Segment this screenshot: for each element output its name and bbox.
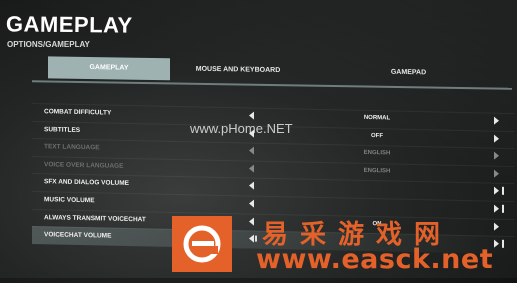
setting-label: ALWAYS TRANSMIT VOICECHAT [44,213,146,223]
arrow-right-icon[interactable] [494,204,499,213]
breadcrumb: OPTIONS/GAMEPLAY [7,40,90,49]
slider-end-icon [502,187,504,196]
arrow-right-icon[interactable] [494,187,499,196]
tab-mouse-and-keyboard[interactable]: MOUSE AND KEYBOARD [172,58,304,82]
arrow-right-icon [494,169,499,178]
arrow-left-icon[interactable] [249,181,254,190]
setting-label: SFX AND DIALOG VOLUME [44,178,129,188]
slider-end-icon [502,239,504,248]
page-title: GAMEPLAY [5,11,133,38]
arrow-left-icon [249,146,254,155]
setting-value: NORMAL [363,114,391,122]
watermark-site-url: www.easck.net [256,244,494,275]
tab-gamepad[interactable]: GAMEPAD [306,60,511,85]
watermark-overlay-url: www.pHome.NET [190,121,293,136]
setting-label: TEXT LANGUAGE [44,143,100,152]
setting-value: OFF [371,132,383,139]
arrow-left-icon[interactable] [249,234,254,243]
arrow-right-icon[interactable] [494,239,499,248]
arrow-right-icon[interactable] [494,222,499,231]
tab-gameplay[interactable]: GAMEPLAY [48,56,170,81]
arrow-right-icon [494,151,499,160]
arrow-left-icon[interactable] [249,217,254,226]
watermark-logo-icon [172,216,232,272]
arrow-left-icon[interactable] [249,111,254,120]
arrow-left-icon [249,164,254,173]
arrow-right-icon[interactable] [494,134,499,143]
setting-label: COMBAT DIFFICULTY [44,108,112,117]
logo-e-icon [183,225,221,263]
setting-label: VOICE OVER LANGUAGE [44,160,124,170]
setting-value: ENGLISH [363,167,391,175]
setting-label: MUSIC VOLUME [44,196,95,205]
slider-handle[interactable] [255,235,257,242]
slider-end-icon [502,204,504,213]
arrow-left-icon[interactable] [249,199,254,208]
arrow-right-icon[interactable] [494,116,499,125]
setting-label: VOICECHAT VOLUME [44,231,112,240]
setting-value: ENGLISH [363,150,391,157]
setting-label: SUBTITLES [44,125,81,134]
